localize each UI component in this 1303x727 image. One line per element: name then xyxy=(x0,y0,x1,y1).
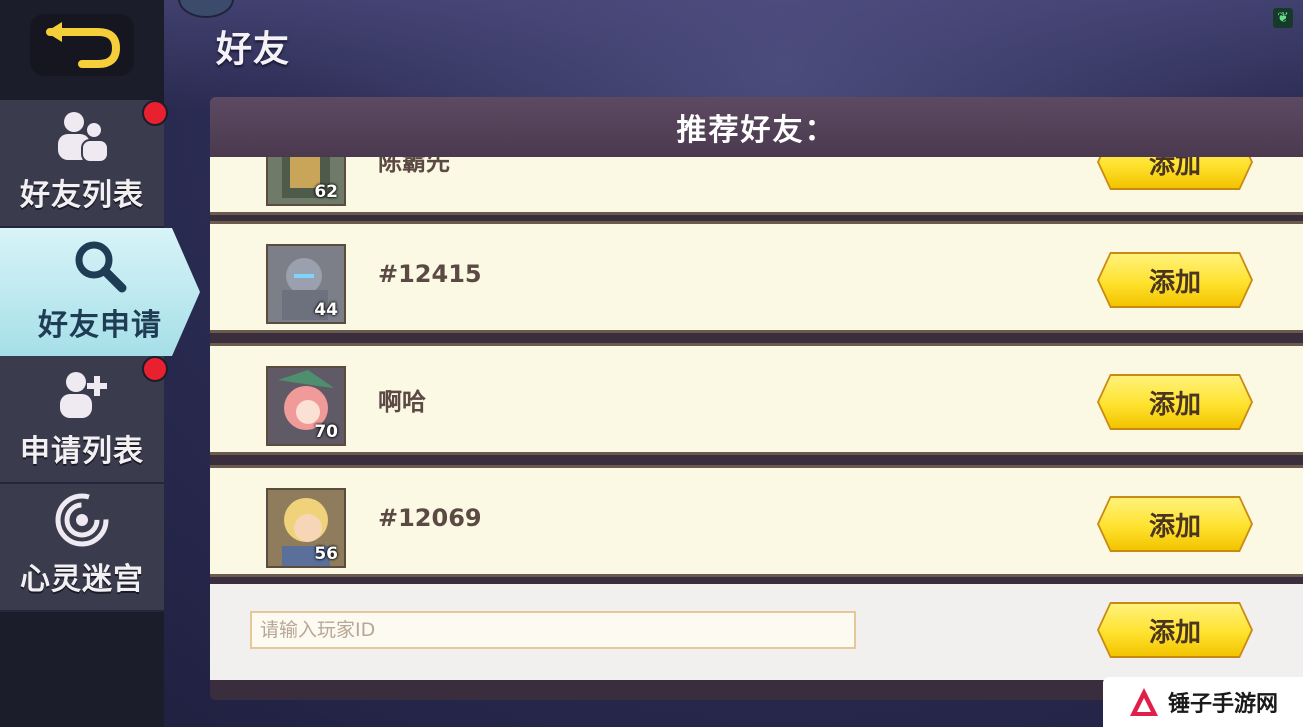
recommend-panel: 推荐好友： 62 陈霸先 添加 44 #12415 添加 70 啊哈 添加 56… xyxy=(210,97,1303,700)
friends-icon xyxy=(58,112,109,163)
add-friend-button[interactable]: 添加 xyxy=(1099,498,1251,550)
leaf-icon: ❦ xyxy=(1273,8,1293,28)
player-id-input[interactable] xyxy=(250,611,856,649)
add-friend-button[interactable]: 添加 xyxy=(1099,157,1251,188)
player-level: 44 xyxy=(314,300,338,320)
sidebar-item-friend-list[interactable]: 好友列表 xyxy=(0,100,164,226)
watermark-logo-icon xyxy=(1129,688,1158,716)
list-item: 62 陈霸先 添加 xyxy=(210,157,1303,215)
panel-title: 推荐好友： xyxy=(210,97,1303,157)
list-item: 70 啊哈 添加 xyxy=(210,343,1303,455)
watermark-text: 锤子手游网 xyxy=(1167,692,1278,717)
player-portrait[interactable]: 62 xyxy=(266,157,346,206)
player-name: #12415 xyxy=(378,260,482,288)
sidebar-item-friend-request[interactable]: 好友申请 xyxy=(0,228,200,356)
page-title: 好友 xyxy=(216,29,291,70)
maze-icon xyxy=(55,493,109,547)
player-portrait[interactable]: 56 xyxy=(266,488,346,568)
list-item: 56 #12069 添加 xyxy=(210,465,1303,577)
request-list-badge xyxy=(142,356,168,382)
sidebar-item-label: 好友申请 xyxy=(38,308,162,343)
background-sky xyxy=(160,0,1303,110)
watermark: 锤子手游网 xyxy=(1103,677,1303,727)
sidebar-item-mind-maze[interactable]: 心灵迷宫 xyxy=(0,484,164,610)
sidebar-item-label: 心灵迷宫 xyxy=(20,562,144,597)
player-name: 啊哈 xyxy=(378,388,426,416)
player-name: 陈霸先 xyxy=(378,157,450,176)
player-portrait[interactable]: 44 xyxy=(266,244,346,324)
divider xyxy=(0,610,164,612)
friend-list-badge xyxy=(142,100,168,126)
player-level: 56 xyxy=(314,544,338,564)
sidebar-item-label: 好友列表 xyxy=(20,178,144,213)
player-level: 62 xyxy=(314,182,338,202)
player-level: 70 xyxy=(314,422,338,442)
player-portrait[interactable]: 70 xyxy=(266,366,346,446)
sidebar: 好友列表 好友申请 申请列表 心灵迷宫 xyxy=(0,0,200,727)
divider xyxy=(0,226,164,228)
add-friend-button[interactable]: 添加 xyxy=(1099,376,1251,428)
add-by-id-bar: 添加 xyxy=(210,584,1303,680)
add-user-icon xyxy=(60,372,107,418)
sidebar-item-request-list[interactable]: 申请列表 xyxy=(0,356,164,482)
search-icon xyxy=(75,241,127,293)
sidebar-item-label: 申请列表 xyxy=(20,434,144,469)
list-item: 44 #12415 添加 xyxy=(210,221,1303,333)
back-arrow-icon xyxy=(46,22,121,68)
add-friend-button[interactable]: 添加 xyxy=(1099,254,1251,306)
add-by-id-button[interactable]: 添加 xyxy=(1099,604,1251,656)
player-name: #12069 xyxy=(378,504,482,532)
back-button[interactable] xyxy=(30,14,134,76)
